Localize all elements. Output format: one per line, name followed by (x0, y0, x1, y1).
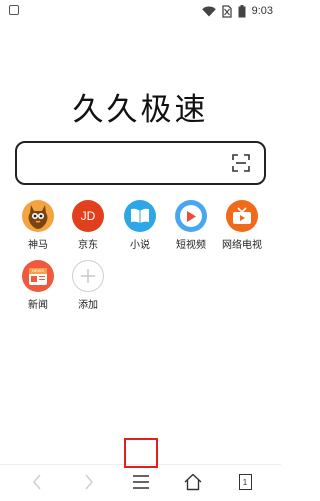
shortcut-label: 网络电视 (222, 240, 262, 251)
chevron-left-icon (33, 474, 41, 490)
home-button[interactable] (178, 469, 208, 495)
play-icon (175, 200, 207, 232)
shortcut-network-tv[interactable]: 网络电视 (217, 200, 267, 251)
bottom-nav-bar: 1 (0, 464, 281, 501)
book-icon (124, 200, 156, 232)
shortcut-label: 神马 (28, 240, 48, 251)
search-input[interactable] (27, 143, 231, 185)
tv-icon (226, 200, 258, 232)
shortcut-jd[interactable]: JD 京东 (63, 200, 113, 251)
shortcut-novel[interactable]: 小说 (115, 200, 165, 251)
status-time: 9:03 (251, 5, 273, 17)
menu-button[interactable] (126, 469, 156, 495)
add-icon (72, 260, 104, 292)
home-icon (184, 473, 202, 491)
shortcut-label: 新闻 (28, 300, 48, 311)
status-bar: 9:03 (0, 0, 281, 22)
no-sim-icon (221, 4, 232, 18)
scan-icon[interactable] (232, 154, 250, 172)
jd-icon: JD (72, 200, 104, 232)
shortcut-label: 小说 (130, 240, 150, 251)
shortcut-label: 京东 (78, 240, 98, 251)
shortcut-short-video[interactable]: 短视频 (166, 200, 216, 251)
shortcut-label: 短视频 (176, 240, 206, 251)
shortcut-shenma[interactable]: 神马 (13, 200, 63, 251)
news-logo-text: NEWS (29, 267, 47, 274)
shenma-icon (22, 200, 54, 232)
menu-highlight-box (124, 438, 158, 468)
add-shortcut-button[interactable]: 添加 (63, 260, 113, 311)
shortcut-news[interactable]: NEWS 新闻 (13, 260, 63, 311)
search-box[interactable] (15, 141, 266, 185)
jd-logo-text: JD (80, 209, 96, 223)
battery-icon (238, 4, 246, 17)
tab-count: 1 (242, 477, 248, 487)
chevron-right-icon (85, 474, 93, 490)
tabs-icon: 1 (238, 474, 252, 490)
wifi-icon (201, 6, 216, 17)
forward-button[interactable] (74, 469, 104, 495)
app-title: 久久极速 (72, 92, 209, 128)
tabs-button[interactable]: 1 (230, 469, 260, 495)
shortcut-label: 添加 (78, 300, 98, 311)
menu-icon (133, 475, 149, 489)
status-icons: 9:03 (201, 3, 273, 19)
back-button[interactable] (22, 469, 52, 495)
notification-icon (9, 5, 19, 15)
news-icon: NEWS (22, 260, 54, 292)
